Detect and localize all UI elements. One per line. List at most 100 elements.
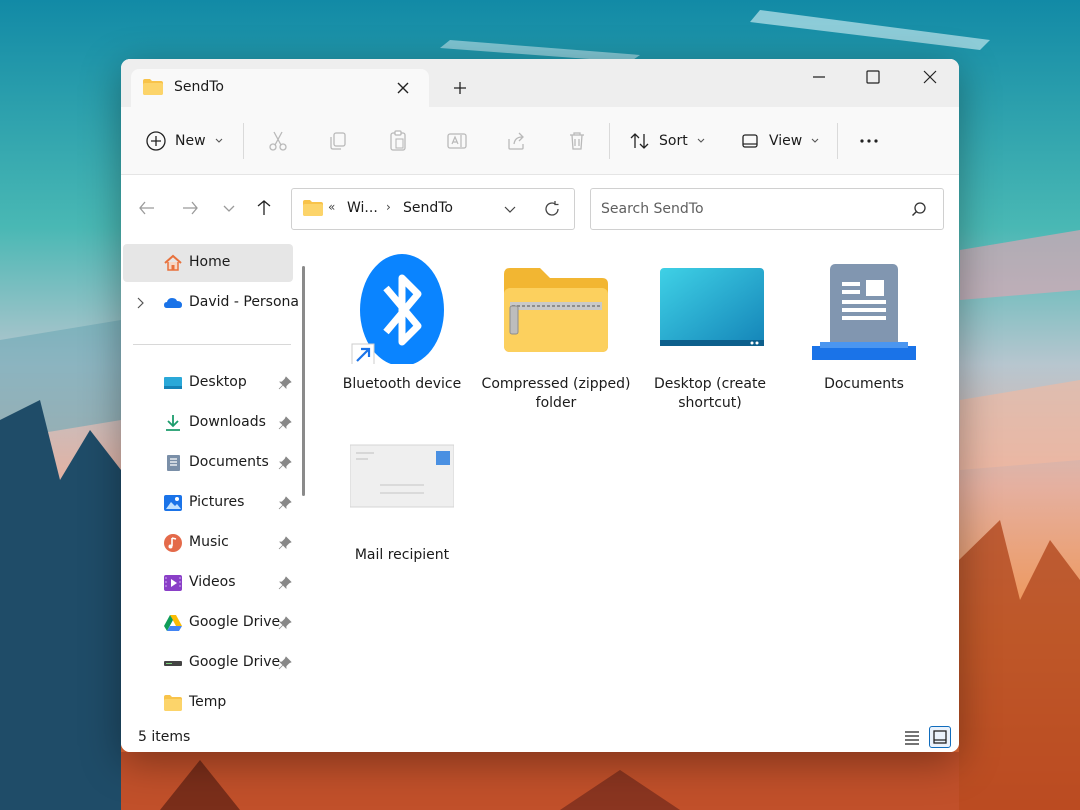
sidebar-item-label: Videos bbox=[189, 574, 236, 590]
file-label: Bluetooth device bbox=[342, 376, 462, 392]
desktop-shortcut-icon bbox=[660, 268, 764, 346]
pictures-icon bbox=[164, 495, 182, 511]
title-bar: SendTo bbox=[121, 59, 959, 107]
chevron-down-icon bbox=[811, 138, 819, 143]
sort-label: Sort bbox=[659, 133, 688, 149]
chevron-down-icon[interactable] bbox=[503, 202, 517, 216]
sidebar-item-label: Pictures bbox=[189, 494, 245, 510]
onedrive-icon bbox=[164, 298, 182, 308]
sort-button[interactable]: Sort bbox=[629, 125, 706, 157]
pin-icon[interactable] bbox=[278, 576, 292, 590]
pin-icon[interactable] bbox=[278, 376, 292, 390]
pin-icon[interactable] bbox=[278, 416, 292, 430]
pin-icon[interactable] bbox=[278, 536, 292, 550]
sidebar-item-pictures[interactable]: Pictures bbox=[123, 484, 293, 522]
sidebar-item-label: Google Drive bbox=[189, 654, 281, 670]
command-bar: New Sort View bbox=[121, 107, 959, 175]
breadcrumb-segment[interactable]: SendTo bbox=[403, 200, 453, 216]
up-arrow-icon[interactable] bbox=[254, 198, 274, 218]
sidebar-item-label: David - Persona bbox=[189, 294, 299, 310]
pin-icon[interactable] bbox=[278, 656, 292, 670]
toolbar-separator bbox=[609, 123, 610, 159]
search-icon[interactable] bbox=[910, 201, 928, 219]
breadcrumb-segment[interactable]: Wi... bbox=[347, 200, 378, 216]
sidebar-divider bbox=[133, 344, 291, 345]
sidebar-item-onedrive[interactable]: David - Persona bbox=[123, 284, 299, 322]
file-label: Desktop (create shortcut) bbox=[653, 376, 767, 411]
overflow-chevrons-icon[interactable]: « bbox=[328, 200, 335, 214]
file-item-desktop-shortcut[interactable]: Desktop (create shortcut) bbox=[635, 242, 785, 411]
chevron-down-icon bbox=[215, 138, 222, 143]
expand-chevron-icon[interactable] bbox=[135, 296, 147, 310]
details-view-icon[interactable] bbox=[901, 726, 923, 748]
more-options-icon[interactable] bbox=[857, 129, 881, 153]
cut-icon[interactable] bbox=[266, 129, 290, 153]
view-icon bbox=[742, 134, 758, 148]
paste-icon[interactable] bbox=[386, 129, 410, 153]
drive-icon bbox=[164, 661, 182, 666]
close-tab-icon[interactable] bbox=[393, 78, 413, 98]
chevron-down-icon bbox=[697, 138, 705, 143]
maximize-icon[interactable] bbox=[859, 67, 887, 87]
documents-icon bbox=[812, 264, 916, 360]
sidebar-item-label: Downloads bbox=[189, 414, 266, 430]
tab-title: SendTo bbox=[174, 79, 224, 95]
file-item-documents[interactable]: Documents bbox=[789, 242, 939, 402]
rename-icon[interactable] bbox=[445, 129, 469, 153]
file-explorer-window: SendTo New Sort View « Wi... › SendTo Se… bbox=[121, 59, 959, 752]
share-icon[interactable] bbox=[505, 129, 529, 153]
sidebar-scrollbar[interactable] bbox=[302, 266, 305, 496]
new-label: New bbox=[175, 133, 206, 149]
close-window-icon[interactable] bbox=[916, 67, 944, 87]
sidebar-item-downloads[interactable]: Downloads bbox=[123, 404, 293, 442]
refresh-icon[interactable] bbox=[542, 199, 562, 219]
address-bar[interactable]: « Wi... › SendTo bbox=[291, 188, 575, 230]
sidebar-item-videos[interactable]: Videos bbox=[123, 564, 293, 602]
breadcrumb-separator-icon: › bbox=[386, 200, 391, 214]
folder-icon bbox=[164, 695, 182, 711]
documents-icon bbox=[167, 455, 180, 471]
pin-icon[interactable] bbox=[278, 616, 292, 630]
tiles-view-icon[interactable] bbox=[929, 726, 951, 748]
sidebar-item-google-drive[interactable]: Google Drive bbox=[123, 604, 293, 642]
sidebar-item-documents[interactable]: Documents bbox=[123, 444, 293, 482]
home-icon bbox=[164, 254, 182, 271]
toolbar-separator bbox=[837, 123, 838, 159]
view-button[interactable]: View bbox=[739, 125, 820, 157]
plus-circle-icon bbox=[146, 131, 166, 151]
file-label: Documents bbox=[824, 376, 904, 392]
new-tab-icon[interactable] bbox=[450, 78, 470, 98]
view-label: View bbox=[769, 133, 803, 149]
pin-icon[interactable] bbox=[278, 456, 292, 470]
file-item-mail-recipient[interactable]: Mail recipient bbox=[327, 425, 477, 585]
tab-sendto[interactable]: SendTo bbox=[131, 69, 429, 107]
sidebar-item-label: Google Drive bbox=[189, 614, 281, 630]
file-label: Mail recipient bbox=[354, 547, 450, 563]
item-count: 5 items bbox=[138, 729, 191, 745]
folder-icon bbox=[303, 200, 323, 216]
downloads-icon bbox=[166, 415, 180, 431]
search-input[interactable] bbox=[590, 188, 944, 230]
delete-icon[interactable] bbox=[565, 129, 589, 153]
navigation-pane: Home David - Persona Desktop Downloads D… bbox=[121, 242, 305, 722]
status-bar: 5 items bbox=[121, 722, 959, 752]
sidebar-item-desktop[interactable]: Desktop bbox=[123, 364, 293, 402]
videos-icon bbox=[164, 575, 182, 591]
minimize-icon[interactable] bbox=[805, 67, 833, 87]
sidebar-item-temp[interactable]: Temp bbox=[123, 684, 293, 722]
file-item-bluetooth[interactable]: Bluetooth device bbox=[327, 242, 477, 402]
file-item-compressed-folder[interactable]: Compressed (zipped) folder bbox=[481, 242, 631, 411]
back-arrow-icon[interactable] bbox=[137, 198, 157, 218]
sidebar-item-home[interactable]: Home bbox=[123, 244, 293, 282]
copy-icon[interactable] bbox=[326, 129, 350, 153]
pin-icon[interactable] bbox=[278, 496, 292, 510]
new-button[interactable]: New bbox=[145, 125, 224, 157]
toolbar-separator bbox=[243, 123, 244, 159]
folder-icon bbox=[142, 78, 164, 100]
sort-icon bbox=[630, 133, 649, 149]
sidebar-item-drive[interactable]: Google Drive bbox=[123, 644, 293, 682]
forward-arrow-icon[interactable] bbox=[180, 198, 200, 218]
sidebar-item-music[interactable]: Music bbox=[123, 524, 293, 562]
recent-chevron-icon[interactable] bbox=[219, 198, 239, 218]
google-drive-icon bbox=[164, 615, 182, 631]
